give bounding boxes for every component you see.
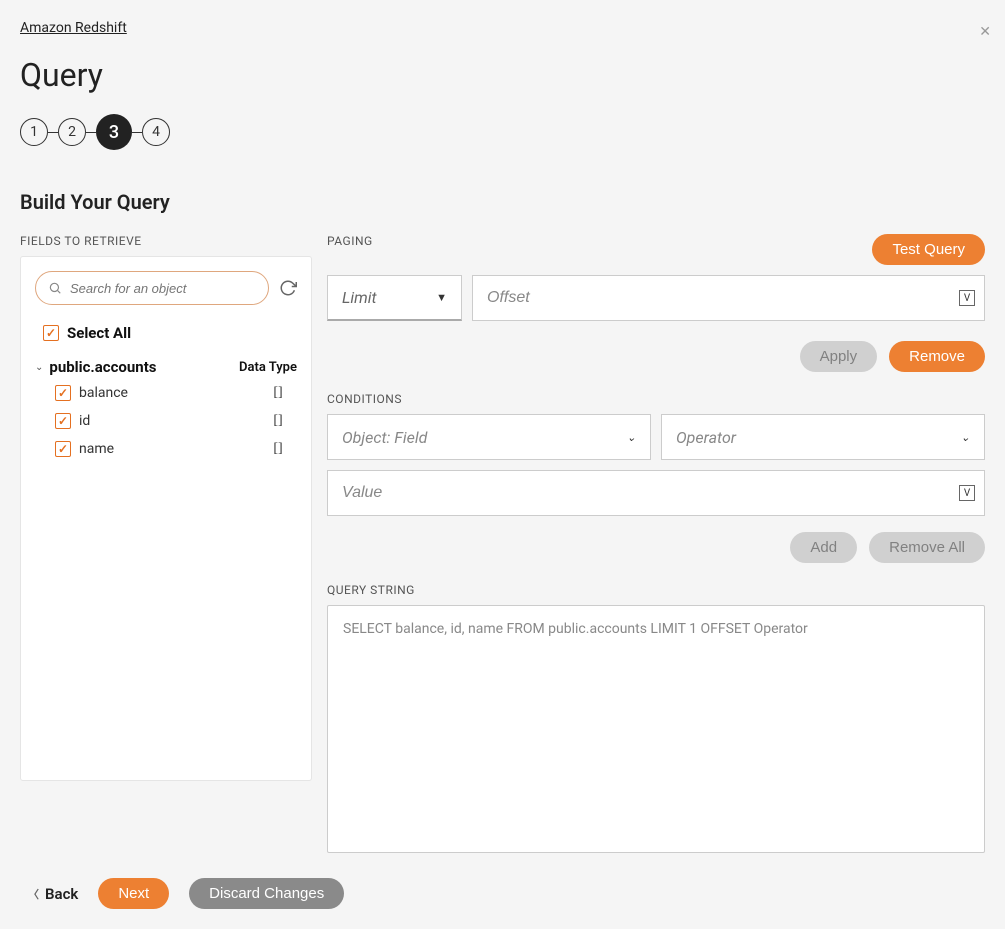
apply-button[interactable]: Apply — [800, 341, 878, 372]
value-input[interactable] — [327, 470, 985, 516]
back-label: Back — [45, 885, 78, 903]
section-title: Build Your Query — [20, 190, 985, 214]
page-title: Query — [20, 56, 985, 94]
refresh-icon[interactable] — [279, 279, 297, 297]
breadcrumb-link[interactable]: Amazon Redshift — [20, 20, 985, 36]
limit-select[interactable]: Limit ▼ — [327, 275, 462, 321]
conditions-label: CONDITIONS — [327, 392, 985, 406]
step-connector — [132, 132, 142, 133]
variable-icon[interactable]: V — [959, 485, 975, 501]
close-icon[interactable]: ✕ — [979, 24, 991, 40]
step-connector — [86, 132, 96, 133]
query-string-label: QUERY STRING — [327, 583, 985, 597]
limit-placeholder: Limit — [342, 288, 377, 307]
field-checkbox-id[interactable] — [55, 413, 71, 429]
field-type: [] — [259, 413, 297, 429]
select-all-checkbox[interactable] — [43, 325, 59, 341]
fields-label: FIELDS TO RETRIEVE — [20, 234, 312, 248]
remove-all-button[interactable]: Remove All — [869, 532, 985, 563]
test-query-button[interactable]: Test Query — [872, 234, 985, 265]
field-name: balance — [79, 385, 259, 401]
step-4[interactable]: 4 — [142, 118, 170, 146]
next-button[interactable]: Next — [98, 878, 169, 909]
field-name: name — [79, 441, 259, 457]
operator-placeholder: Operator — [676, 428, 736, 447]
paging-label: PAGING — [327, 234, 373, 248]
operator-select[interactable]: Operator ⌄ — [661, 414, 985, 460]
search-input[interactable] — [70, 281, 256, 296]
fields-panel: Select All ⌄ public.accounts Data Type b… — [20, 256, 312, 781]
field-type: [] — [259, 441, 297, 457]
chevron-down-icon: ⌄ — [961, 431, 970, 444]
add-button[interactable]: Add — [790, 532, 857, 563]
search-icon — [48, 281, 62, 295]
field-row: name [] — [35, 435, 297, 463]
query-string-box[interactable]: SELECT balance, id, name FROM public.acc… — [327, 605, 985, 853]
step-3[interactable]: 3 — [96, 114, 132, 150]
chevron-left-icon: 〈 — [28, 886, 39, 902]
stepper: 1 2 3 4 — [20, 114, 985, 150]
object-field-placeholder: Object: Field — [342, 428, 427, 447]
chevron-down-icon: ▼ — [436, 291, 447, 304]
variable-icon[interactable]: V — [959, 290, 975, 306]
datatype-header: Data Type — [239, 360, 297, 375]
remove-button[interactable]: Remove — [889, 341, 985, 372]
discard-button[interactable]: Discard Changes — [189, 878, 344, 909]
chevron-down-icon: ⌄ — [627, 431, 636, 444]
table-name: public.accounts — [49, 358, 156, 376]
field-row: id [] — [35, 407, 297, 435]
step-1[interactable]: 1 — [20, 118, 48, 146]
back-button[interactable]: 〈 Back — [28, 885, 78, 903]
object-field-select[interactable]: Object: Field ⌄ — [327, 414, 651, 460]
field-type: [] — [259, 385, 297, 401]
step-connector — [48, 132, 58, 133]
step-2[interactable]: 2 — [58, 118, 86, 146]
offset-input[interactable] — [472, 275, 985, 321]
field-row: balance [] — [35, 379, 297, 407]
field-checkbox-name[interactable] — [55, 441, 71, 457]
search-wrapper[interactable] — [35, 271, 269, 305]
field-name: id — [79, 413, 259, 429]
chevron-down-icon[interactable]: ⌄ — [35, 362, 43, 373]
field-checkbox-balance[interactable] — [55, 385, 71, 401]
select-all-label: Select All — [67, 324, 131, 342]
